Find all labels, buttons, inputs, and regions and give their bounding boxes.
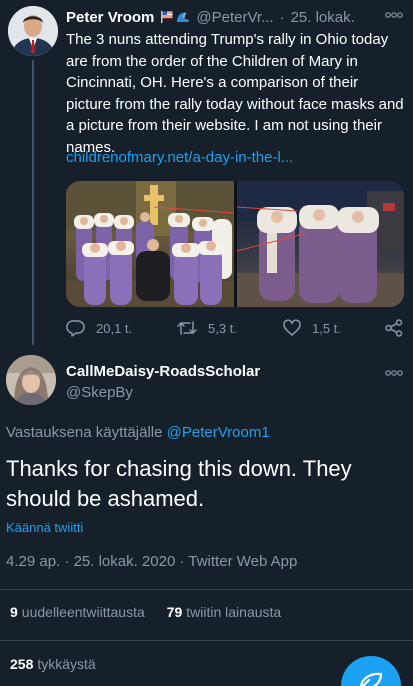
replying-to-handle[interactable]: @PeterVroom1 [167,424,270,441]
tweet-actions: 20,1 t. 5,3 t. 1,5 t. [66,318,404,340]
reply-button[interactable]: 20,1 t. [66,318,132,338]
avatar[interactable] [8,6,58,56]
more-horizontal-icon [385,12,403,18]
likes-label: tykkäystä [37,656,96,672]
divider [0,589,413,590]
engagement-stats: 9 uudelleentwiittausta 79 twiitin lainaust… [10,604,281,620]
more-horizontal-icon [385,370,403,376]
parent-tweet[interactable]: Peter Vroom @PeterVr... · 25. lokak. The… [0,0,413,345]
tweet-header: Peter Vroom @PeterVr... · 25. lokak. [66,6,399,28]
tweet-time[interactable]: 4.29 ap. [6,553,60,570]
tweet-metadata: 4.29 ap. · 25. lokak. 2020 · Twitter Web… [6,553,297,570]
translate-tweet-link[interactable]: Käännä twiitti [6,520,83,535]
share-button[interactable] [384,318,404,338]
share-icon [385,319,403,337]
like-count: 1,5 t. [312,320,341,336]
tweet-link[interactable]: childrenofmary.net/a-day-in-the-l... [66,149,293,166]
reply-more-options-button[interactable] [385,364,403,380]
separator-dot: · [179,553,185,570]
heart-icon [283,319,301,336]
separator-dot: · [64,553,70,570]
tweet-media[interactable] [66,181,404,307]
name-emoji [160,10,190,24]
reply-author-handle[interactable]: @SkepBy [66,384,133,401]
quotes-label: twiitin lainausta [186,604,282,620]
author-handle[interactable]: @PeterVr... [196,9,273,26]
avatar[interactable] [6,355,56,405]
likes-stat[interactable]: 258 tykkäystä [10,656,96,672]
like-button[interactable]: 1,5 t. [282,318,341,338]
thread-line [32,60,34,345]
retweet-button[interactable]: 5,3 t. [176,318,237,338]
retweets-count: 9 [10,604,18,620]
compose-icon [360,672,383,686]
flag-icon [161,11,173,23]
tweet-full-date[interactable]: 25. lokak. 2020 [74,553,176,570]
rally-photo[interactable] [66,181,234,307]
tweet-source-app[interactable]: Twitter Web App [188,553,297,570]
more-options-button[interactable] [385,6,403,22]
retweet-icon [177,321,197,335]
tweet-date[interactable]: 25. lokak. [291,9,355,26]
reply-author-name[interactable]: CallMeDaisy-RoadsScholar [66,363,260,380]
wave-icon [177,12,190,22]
author-name[interactable]: Peter Vroom [66,9,154,26]
retweets-label: uudelleentwiittausta [21,604,145,620]
quotes-count: 79 [166,604,183,620]
retweet-count: 5,3 t. [208,320,237,336]
tweet-detail-page: Peter Vroom @PeterVr... · 25. lokak. The… [0,0,413,686]
replying-to-prefix: Vastauksena käyttäjälle [6,424,163,441]
likes-count: 258 [10,656,34,672]
replying-to: Vastauksena käyttäjälle @PeterVroom1 [6,424,270,441]
compose-tweet-button[interactable] [341,656,401,686]
separator-dot: · [279,8,285,26]
reply-icon [66,320,85,337]
tweet-text: The 3 nuns attending Trump's rally in Oh… [66,31,404,156]
reply-text: Thanks for chasing this down. They shoul… [6,456,352,511]
reply-count: 20,1 t. [96,320,133,336]
quotes-stat[interactable]: 79 twiitin lainausta [167,604,282,620]
divider [0,640,413,641]
retweets-stat[interactable]: 9 uudelleentwiittausta [10,604,149,620]
website-photo[interactable] [237,181,404,307]
